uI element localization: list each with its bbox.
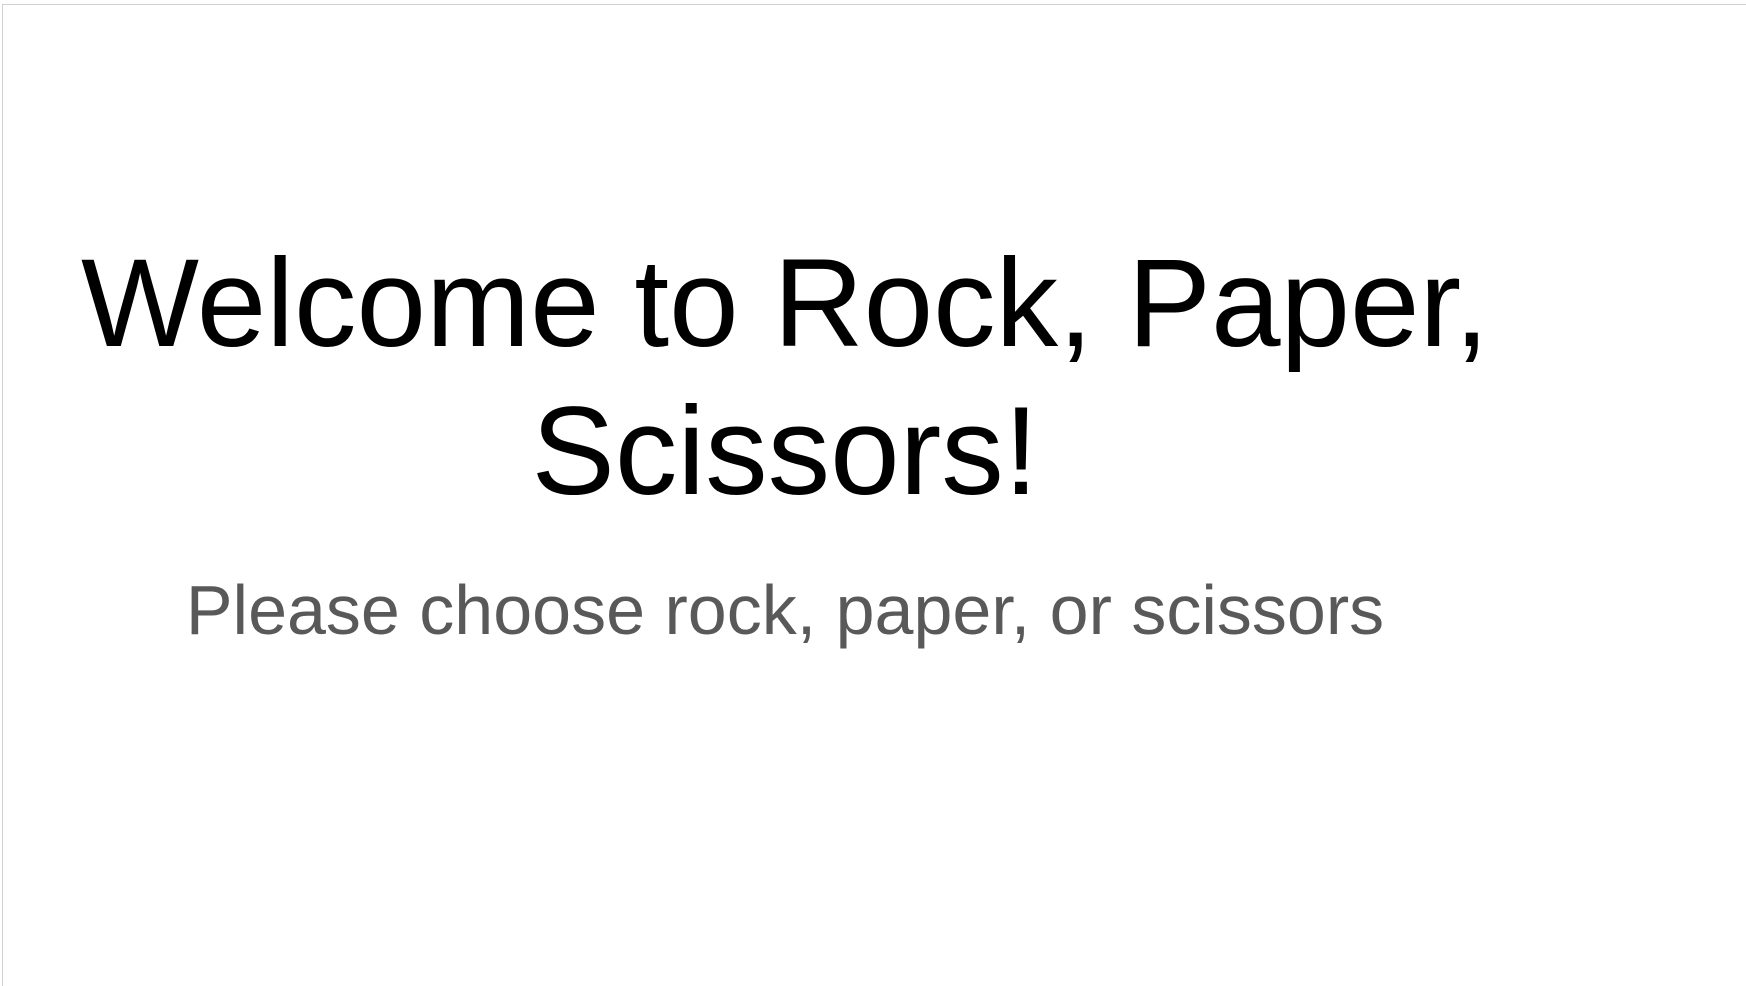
slide-title: Welcome to Rock, Paper, Scissors! [80, 234, 1490, 521]
slide: Welcome to Rock, Paper, Scissors! Please… [2, 4, 1746, 986]
presentation-viewport: Welcome to Rock, Paper, Scissors! Please… [0, 0, 1746, 986]
slide-subtitle: Please choose rock, paper, or scissors [185, 571, 1385, 649]
